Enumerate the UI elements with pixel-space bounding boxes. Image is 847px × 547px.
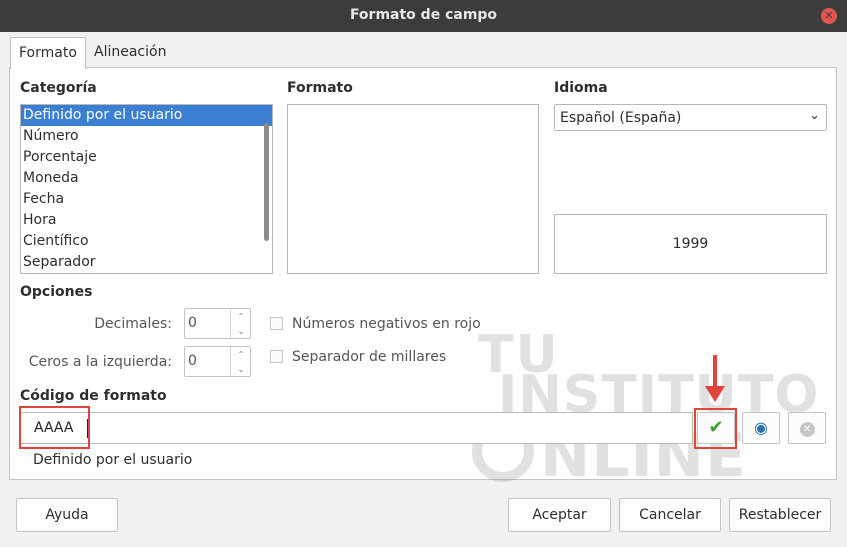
decimals-stepper[interactable]: 0 ⌃ ⌄ [184, 308, 251, 339]
negative-red-label: Números negativos en rojo [292, 316, 481, 332]
leading-zeros-label: Ceros a la izquierda: [28, 354, 172, 370]
tab-formato[interactable]: Formato [10, 37, 86, 69]
leading-zeros-stepper[interactable]: 0 ⌃ ⌄ [184, 346, 251, 377]
cancel-button[interactable]: Cancelar [619, 498, 721, 532]
category-label: Categoría [20, 80, 97, 96]
clear-icon: ✕ [799, 422, 815, 437]
chevron-down-icon[interactable]: ⌄ [231, 362, 251, 377]
chevron-down-icon[interactable]: ⌄ [231, 324, 251, 339]
checkbox-box[interactable] [270, 317, 283, 330]
list-item[interactable]: Separador [21, 252, 272, 273]
chevron-up-icon[interactable]: ⌃ [231, 347, 251, 362]
list-item[interactable]: Porcentaje [21, 147, 272, 168]
decimals-label: Decimales: [94, 316, 172, 332]
title-bar: Formato de campo ✕ [0, 0, 847, 32]
category-list[interactable]: Definido por el usuario Número Porcentaj… [20, 104, 273, 274]
tab-alineacion[interactable]: Alineación [86, 37, 174, 68]
language-value: Español (España) [560, 110, 682, 126]
window-title: Formato de campo [349, 7, 498, 23]
chevron-down-icon: ⌄ [809, 108, 820, 123]
format-label: Formato [287, 80, 353, 96]
thousands-separator-label: Separador de millares [292, 349, 447, 365]
checkbox-box[interactable] [270, 350, 283, 363]
language-label: Idioma [554, 80, 608, 96]
negative-red-checkbox[interactable]: Números negativos en rojo [270, 316, 481, 332]
leading-zeros-value: 0 [188, 353, 197, 369]
category-scrollbar[interactable] [264, 123, 269, 241]
arrow-annotation [713, 355, 717, 389]
thousands-separator-checkbox[interactable]: Separador de millares [270, 349, 446, 365]
ok-button[interactable]: Aceptar [508, 498, 611, 532]
highlight-box [19, 406, 90, 449]
list-item[interactable]: Fecha [21, 189, 272, 210]
help-button[interactable]: Ayuda [16, 498, 118, 532]
arrow-annotation-head [705, 386, 725, 402]
list-item[interactable]: Moneda [21, 168, 272, 189]
highlight-box [694, 408, 737, 449]
list-item[interactable]: Científico [21, 231, 272, 252]
category-item-selected[interactable]: Definido por el usuario [21, 105, 272, 126]
reset-button[interactable]: Restablecer [729, 498, 831, 532]
chevron-up-icon[interactable]: ⌃ [231, 309, 251, 324]
eye-icon: ◉ [754, 418, 768, 437]
options-label: Opciones [20, 284, 93, 300]
close-icon[interactable]: ✕ [821, 8, 837, 24]
preview-value: 1999 [672, 236, 709, 252]
list-item[interactable]: Hora [21, 210, 272, 231]
list-item[interactable]: Número [21, 126, 272, 147]
language-select[interactable]: Español (España) ⌄ [554, 104, 827, 131]
format-list[interactable] [287, 104, 539, 274]
delete-code-button[interactable]: ✕ [788, 412, 826, 444]
preview-box: 1999 [554, 214, 827, 274]
format-code-input[interactable]: AAAA [20, 412, 693, 444]
decimals-value: 0 [188, 315, 197, 331]
edit-comment-button[interactable]: ◉ [742, 412, 780, 444]
format-description: Definido por el usuario [33, 452, 193, 468]
format-code-label: Código de formato [20, 388, 167, 404]
